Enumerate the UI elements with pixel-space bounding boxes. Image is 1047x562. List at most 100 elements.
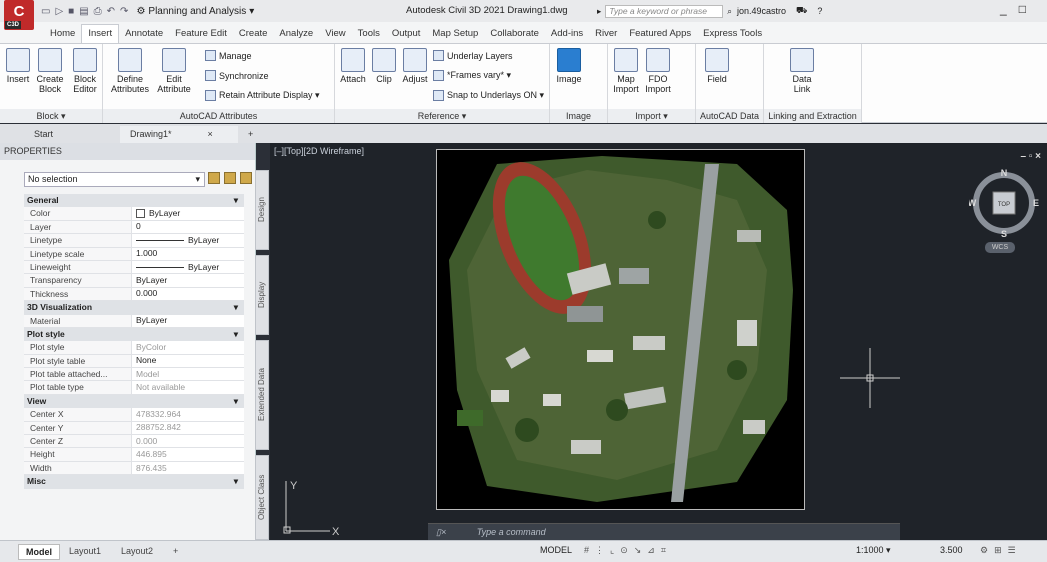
clip-button[interactable]: Clip	[369, 48, 399, 84]
property-value[interactable]: ByLayer	[132, 274, 244, 286]
property-value[interactable]: 0	[132, 221, 244, 233]
drawing-viewport[interactable]: [–][Top][2D Wireframe] – ▫ × TOP N S E W…	[270, 143, 1047, 540]
block-panel-label[interactable]: Block ▾	[0, 109, 102, 123]
status-menu-icons[interactable]: ⚙⊞☰	[980, 545, 1022, 556]
side-tab-display[interactable]: Display	[255, 255, 269, 335]
tab-start[interactable]: Start	[0, 126, 120, 143]
manage-button[interactable]: Manage	[205, 50, 252, 61]
tab-express-tools[interactable]: Express Tools	[697, 28, 768, 43]
section-3d-visualization[interactable]: 3D Visualization ▾	[24, 301, 244, 315]
tab-annotate[interactable]: Annotate	[119, 28, 169, 43]
property-value[interactable]: ByLayer	[132, 234, 244, 246]
drafting-toggles[interactable]: #⋮⌞⊙↘⊿⌗	[584, 545, 672, 556]
map-import-button[interactable]: Map Import	[610, 48, 642, 94]
field-button[interactable]: Field	[702, 48, 732, 84]
property-value[interactable]: 876.435	[132, 462, 244, 474]
underlay-layers-button[interactable]: Underlay Layers	[433, 50, 513, 61]
new-tab-button[interactable]: +	[238, 126, 263, 143]
property-row[interactable]: Center Z 0.000	[24, 435, 244, 449]
property-row[interactable]: Material ByLayer	[24, 314, 244, 328]
data-link-button[interactable]: Data Link	[784, 48, 820, 94]
property-value[interactable]: Model	[132, 368, 244, 380]
section-general[interactable]: General ▾	[24, 194, 244, 208]
define-attributes-button[interactable]: Define Attributes	[109, 48, 151, 94]
add-layout-button[interactable]: +	[166, 544, 185, 558]
annotation-scale-select[interactable]: 1:1000 ▾	[856, 545, 891, 556]
viewport-controls-label[interactable]: [–][Top][2D Wireframe]	[274, 146, 364, 156]
tab-drawing1[interactable]: Drawing1* ×	[120, 126, 238, 143]
tab-layout2[interactable]: Layout2	[114, 544, 160, 558]
property-value[interactable]: 0.000	[132, 435, 244, 447]
wcs-button[interactable]: WCS	[985, 242, 1015, 253]
tab-create[interactable]: Create	[233, 28, 274, 43]
command-line[interactable]: ▯× Type a command	[428, 523, 900, 540]
property-value[interactable]: 478332.964	[132, 408, 244, 420]
tab-collaborate[interactable]: Collaborate	[484, 28, 545, 43]
compass-east-label[interactable]: E	[1033, 198, 1039, 208]
tab-map-setup[interactable]: Map Setup	[426, 28, 484, 43]
property-value[interactable]: None	[132, 355, 244, 367]
edit-attribute-button[interactable]: Edit Attribute	[153, 48, 195, 94]
property-row[interactable]: Transparency ByLayer	[24, 274, 244, 288]
close-icon[interactable]: ▯×	[436, 527, 446, 537]
tab-output[interactable]: Output	[386, 28, 427, 43]
tab-tools[interactable]: Tools	[352, 28, 386, 43]
property-row[interactable]: Height 446.895	[24, 448, 244, 462]
compass-west-label[interactable]: W	[968, 198, 977, 208]
viewport-window-controls[interactable]: – ▫ ×	[1020, 151, 1041, 162]
property-value[interactable]: 1.000	[132, 248, 244, 260]
side-tab-object-class[interactable]: Object Class	[255, 455, 269, 540]
close-icon[interactable]: ×	[208, 129, 213, 139]
import-panel-label[interactable]: Import ▾	[608, 109, 695, 123]
property-row[interactable]: Thickness 0.000	[24, 287, 244, 302]
property-row[interactable]: Lineweight ByLayer	[24, 260, 244, 275]
frames-vary-button[interactable]: *Frames vary* ▾	[433, 70, 511, 81]
property-row[interactable]: Linetype ByLayer	[24, 234, 244, 248]
create-block-button[interactable]: Create Block	[33, 48, 67, 94]
property-value[interactable]: 446.895	[132, 448, 244, 460]
property-value[interactable]: ByColor	[132, 341, 244, 353]
snap-to-underlays-button[interactable]: Snap to Underlays ON ▾	[433, 90, 544, 101]
property-row[interactable]: Color ByLayer	[24, 207, 244, 221]
saveas-icon[interactable]: ▤	[79, 6, 88, 17]
cart-icon[interactable]: ⛟	[796, 5, 807, 17]
tab-view[interactable]: View	[319, 28, 351, 43]
select-objects-icon[interactable]	[224, 172, 236, 184]
tab-add-ins[interactable]: Add-ins	[545, 28, 589, 43]
block-editor-button[interactable]: Block Editor	[68, 48, 102, 94]
compass-north-label[interactable]: N	[1001, 168, 1008, 178]
new-icon[interactable]: ▭	[41, 6, 50, 17]
property-value[interactable]: ByLayer	[132, 261, 244, 273]
section-misc[interactable]: Misc ▾	[24, 475, 244, 489]
adjust-button[interactable]: Adjust	[399, 48, 431, 84]
undo-icon[interactable]: ↶	[107, 6, 115, 17]
open-icon[interactable]: ▷	[55, 6, 63, 17]
elevation-value[interactable]: 3.500	[940, 545, 963, 555]
property-value[interactable]: 0.000	[132, 288, 244, 300]
minimize-icon[interactable]: _	[1000, 2, 1007, 16]
property-row[interactable]: Plot style ByColor	[24, 341, 244, 355]
viewcube[interactable]: TOP N S E W WCS	[968, 168, 1039, 253]
property-row[interactable]: Width 876.435	[24, 461, 244, 476]
property-value[interactable]: Not available	[132, 381, 244, 393]
property-row[interactable]: Linetype scale 1.000	[24, 247, 244, 261]
toggle-pickadd-icon[interactable]	[208, 172, 220, 184]
search-icon[interactable]: ⌕	[727, 6, 732, 17]
side-tab-design[interactable]: Design	[255, 170, 269, 250]
property-row[interactable]: Layer 0	[24, 220, 244, 235]
selection-select[interactable]: No selection ▾	[24, 172, 205, 187]
property-row[interactable]: Plot table type Not available	[24, 381, 244, 395]
tab-layout1[interactable]: Layout1	[62, 544, 108, 558]
fdo-import-button[interactable]: FDO Import	[642, 48, 674, 94]
insert-button[interactable]: Insert	[4, 48, 32, 84]
quick-select-icon[interactable]	[240, 172, 252, 184]
property-row[interactable]: Center Y 288752.842	[24, 421, 244, 436]
reference-panel-label[interactable]: Reference ▾	[335, 109, 549, 123]
section-view[interactable]: View ▾	[24, 394, 244, 409]
property-value[interactable]: 288752.842	[132, 422, 244, 434]
tab-featured-apps[interactable]: Featured Apps	[623, 28, 697, 43]
tab-insert[interactable]: Insert	[81, 24, 120, 43]
property-value[interactable]: ByLayer	[132, 207, 244, 219]
property-value[interactable]: ByLayer	[132, 315, 244, 327]
property-row[interactable]: Plot table attached... Model	[24, 368, 244, 382]
